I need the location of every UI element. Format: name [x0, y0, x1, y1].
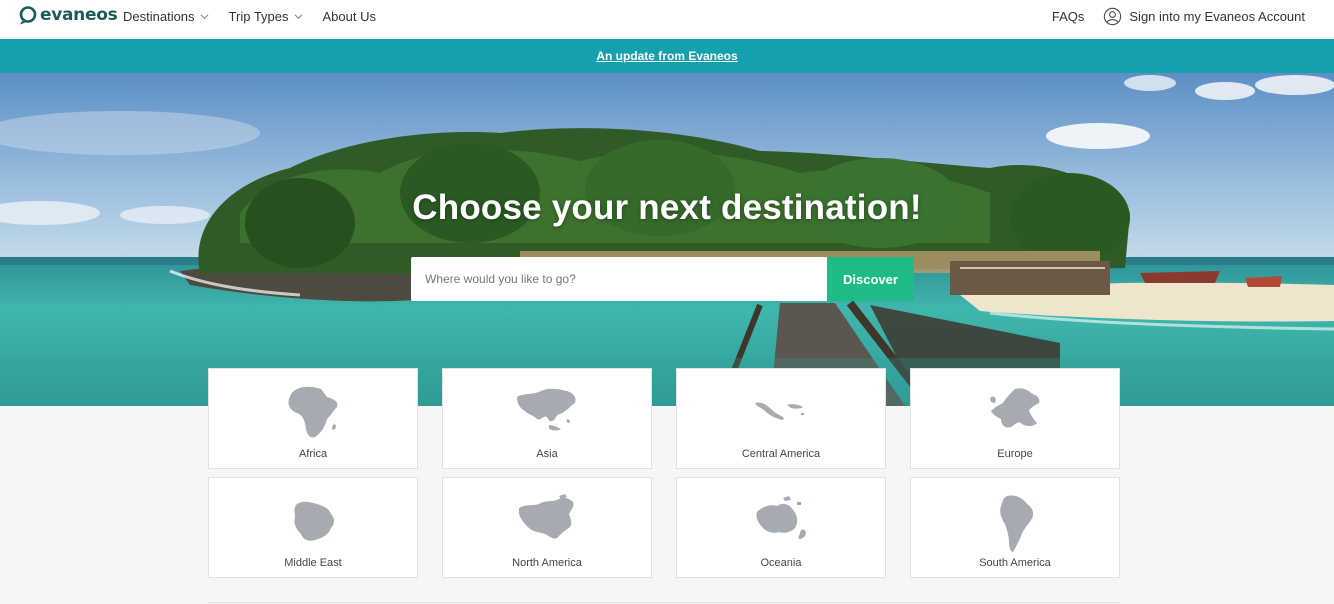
announcement-banner: An update from Evaneos — [0, 39, 1334, 73]
hero-title: Choose your next destination! — [412, 188, 922, 227]
region-label-oceania: Oceania — [760, 557, 802, 569]
banner-link[interactable]: An update from Evaneos — [596, 49, 737, 63]
faqs-link[interactable]: FAQs — [1052, 9, 1085, 24]
region-label-africa: Africa — [298, 448, 328, 460]
site-header: evaneos Destinations Trip Types About Us… — [0, 0, 1334, 39]
region-label-asia: Asia — [536, 448, 558, 460]
nav-trip-types-label: Trip Types — [228, 9, 289, 24]
hero-background-image — [0, 73, 1334, 406]
region-card-asia[interactable]: Asia — [442, 368, 652, 469]
logo[interactable]: evaneos — [18, 5, 118, 25]
logo-mark-icon — [19, 6, 37, 25]
destination-search: Discover — [411, 257, 914, 301]
main-nav: Destinations Trip Types About Us — [123, 9, 376, 24]
region-card-central-america[interactable]: Central America — [676, 368, 886, 469]
region-card-africa[interactable]: Africa — [208, 368, 418, 469]
south-america-map-icon — [1000, 495, 1034, 552]
region-card-europe[interactable]: Europe — [910, 368, 1120, 469]
region-label-europe: Europe — [997, 448, 1033, 460]
sign-in-link[interactable]: Sign into my Evaneos Account — [1103, 7, 1305, 26]
destination-search-input[interactable] — [411, 257, 827, 301]
oceania-map-icon — [756, 496, 806, 539]
europe-map-icon — [990, 388, 1040, 428]
north-america-map-icon — [519, 494, 574, 539]
region-label-north-america: North America — [512, 557, 582, 569]
asia-map-icon — [517, 388, 576, 431]
nav-about-us[interactable]: About Us — [323, 9, 376, 24]
hero: Choose your next destination! Discover — [0, 73, 1334, 406]
user-icon — [1104, 7, 1122, 26]
region-label-south-america: South America — [979, 557, 1051, 569]
region-grid: Africa Asia Central America Europe Middl… — [208, 368, 1120, 578]
region-label-middle-east: Middle East — [284, 557, 342, 569]
chevron-down-icon — [294, 14, 302, 20]
header-right: FAQs Sign into my Evaneos Account — [1052, 7, 1305, 26]
logo-text: evaneos — [40, 5, 118, 25]
middle-east-map-icon — [294, 501, 334, 541]
discover-button[interactable]: Discover — [827, 257, 914, 301]
region-card-north-america[interactable]: North America — [442, 477, 652, 578]
region-card-south-america[interactable]: South America — [910, 477, 1120, 578]
africa-map-icon — [288, 386, 338, 438]
region-label-central-america: Central America — [741, 448, 821, 460]
central-america-map-icon — [755, 402, 804, 420]
nav-trip-types[interactable]: Trip Types — [229, 9, 303, 24]
sign-in-label: Sign into my Evaneos Account — [1129, 9, 1305, 24]
nav-destinations-label: Destinations — [123, 9, 195, 24]
chevron-down-icon — [200, 14, 209, 20]
nav-about-us-label: About Us — [322, 9, 376, 24]
region-card-middle-east[interactable]: Middle East — [208, 477, 418, 578]
nav-destinations[interactable]: Destinations — [123, 9, 209, 24]
region-card-oceania[interactable]: Oceania — [676, 477, 886, 578]
section-divider — [208, 602, 1120, 603]
